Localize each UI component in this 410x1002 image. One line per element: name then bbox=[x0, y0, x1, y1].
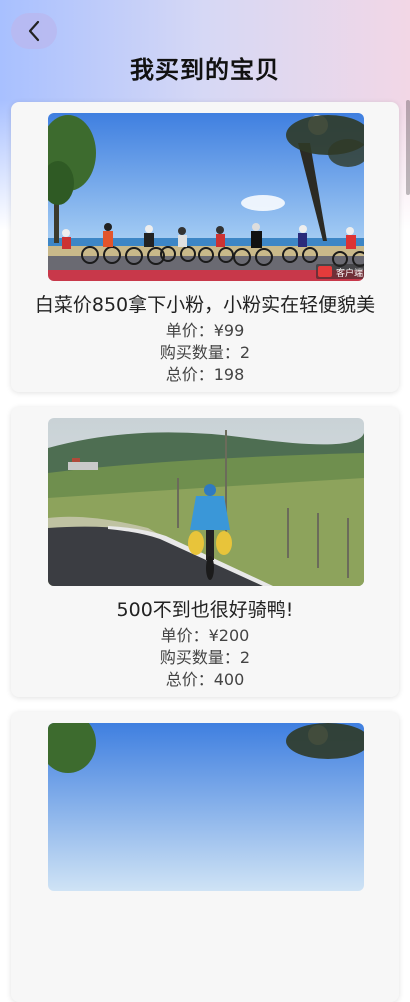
chevron-left-icon bbox=[28, 20, 40, 42]
product-card[interactable]: 客户端 白菜价850拿下小粉，小粉实在轻便貌美 单价：¥99 购买数量：2 总价… bbox=[11, 102, 399, 392]
total-price: 总价：400 bbox=[165, 670, 245, 689]
cyclist-mountain-road-photo-icon bbox=[48, 418, 364, 586]
cyclists-seaside-photo-icon: 客户端 bbox=[48, 113, 364, 281]
product-name: 500不到也很好骑鸭! bbox=[116, 599, 294, 621]
svg-text:客户端: 客户端 bbox=[336, 267, 363, 279]
product-image[interactable] bbox=[48, 723, 364, 891]
product-name: 白菜价850拿下小粉，小粉实在轻便貌美 bbox=[34, 294, 376, 316]
back-button[interactable] bbox=[11, 13, 57, 49]
unit-price: 单价：¥99 bbox=[165, 321, 245, 340]
product-card[interactable]: 500不到也很好骑鸭! 单价：¥200 购买数量：2 总价：400 bbox=[11, 407, 399, 697]
product-card[interactable] bbox=[11, 712, 399, 1002]
purchase-quantity: 购买数量：2 bbox=[159, 343, 251, 362]
cyclists-seaside-photo-icon bbox=[48, 723, 364, 891]
total-price: 总价：198 bbox=[165, 365, 245, 384]
purchase-quantity: 购买数量：2 bbox=[159, 648, 251, 667]
unit-price: 单价：¥200 bbox=[160, 626, 250, 645]
page-title: 我买到的宝贝 bbox=[130, 56, 280, 84]
scrollbar[interactable] bbox=[406, 100, 410, 195]
product-image[interactable]: 客户端 bbox=[48, 113, 364, 281]
product-image[interactable] bbox=[48, 418, 364, 586]
